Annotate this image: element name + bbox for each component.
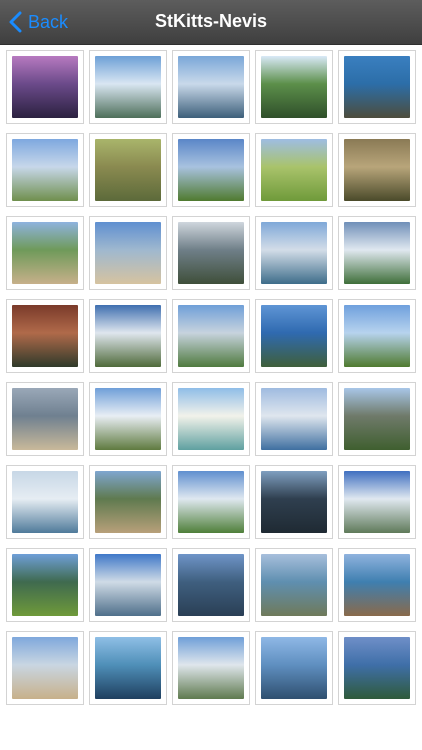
photo-thumbnail[interactable]: [338, 299, 416, 373]
photo-grid: [6, 50, 418, 705]
photo-thumbnail[interactable]: [255, 382, 333, 456]
ocean-cliffs-photo: [261, 305, 327, 367]
photo-thumbnail[interactable]: [172, 50, 250, 124]
rocky-coast-photo: [344, 56, 410, 118]
photo-thumbnail[interactable]: [89, 548, 167, 622]
sailing-mast-photo: [95, 554, 161, 616]
photo-thumbnail[interactable]: [255, 50, 333, 124]
photo-thumbnail[interactable]: [6, 50, 84, 124]
restaurant-photo: [12, 305, 78, 367]
sandy-bay-photo: [12, 637, 78, 699]
page-title: StKitts-Nevis: [154, 11, 268, 31]
photo-thumbnail[interactable]: [338, 548, 416, 622]
photo-thumbnail[interactable]: [6, 465, 84, 539]
sunset-photo: [12, 56, 78, 118]
photo-thumbnail[interactable]: [89, 216, 167, 290]
photo-thumbnail[interactable]: [338, 465, 416, 539]
clouds-bay-photo: [95, 56, 161, 118]
monkey-photo: [344, 139, 410, 201]
photo-thumbnail[interactable]: [89, 133, 167, 207]
dark-terrace-photo: [261, 471, 327, 533]
mountain-tree-photo: [95, 305, 161, 367]
photo-thumbnail[interactable]: [338, 631, 416, 705]
photo-thumbnail[interactable]: [338, 133, 416, 207]
island-chain-photo: [261, 554, 327, 616]
photo-thumbnail[interactable]: [89, 465, 167, 539]
hazy-sea-photo: [12, 471, 78, 533]
navigation-bar: Back StKitts-Nevis: [0, 0, 422, 45]
photo-thumbnail[interactable]: [255, 299, 333, 373]
silhouette-photo: [95, 637, 161, 699]
ruins-palm-photo: [344, 388, 410, 450]
photo-thumbnail[interactable]: [172, 216, 250, 290]
photo-thumbnail[interactable]: [255, 216, 333, 290]
teal-house-photo: [178, 388, 244, 450]
photo-thumbnail[interactable]: [6, 216, 84, 290]
photo-thumbnail[interactable]: [172, 631, 250, 705]
tree-hill-photo: [261, 56, 327, 118]
photo-thumbnail[interactable]: [89, 50, 167, 124]
photo-thumbnail[interactable]: [6, 133, 84, 207]
ocean-view-photo: [261, 388, 327, 450]
beach-photo: [95, 222, 161, 284]
village-view-photo: [178, 637, 244, 699]
photo-thumbnail[interactable]: [338, 382, 416, 456]
golf-green-photo: [261, 139, 327, 201]
photo-thumbnail[interactable]: [6, 548, 84, 622]
photo-thumbnail[interactable]: [6, 631, 84, 705]
palm-trees-photo: [12, 139, 78, 201]
cloudy-mountain-photo: [178, 222, 244, 284]
railway-photo: [95, 471, 161, 533]
nevis-peak-photo: [178, 554, 244, 616]
volcano-island-photo: [261, 222, 327, 284]
photo-thumbnail[interactable]: [89, 631, 167, 705]
photo-thumbnail[interactable]: [255, 465, 333, 539]
tall-ship-photo: [261, 637, 327, 699]
photo-thumbnail[interactable]: [172, 548, 250, 622]
dry-field-photo: [95, 139, 161, 201]
coast-hills-photo: [344, 554, 410, 616]
photo-thumbnail[interactable]: [172, 299, 250, 373]
peninsula-photo: [12, 222, 78, 284]
cloud-fields-photo: [178, 471, 244, 533]
photo-thumbnail[interactable]: [172, 133, 250, 207]
town-clouds-photo: [344, 471, 410, 533]
cottages-photo: [344, 222, 410, 284]
photo-thumbnail[interactable]: [255, 631, 333, 705]
photo-thumbnail[interactable]: [6, 299, 84, 373]
palm-field-photo: [178, 139, 244, 201]
airplane-wing-photo: [178, 305, 244, 367]
photo-thumbnail[interactable]: [338, 216, 416, 290]
beach-mountain-photo: [12, 554, 78, 616]
photo-thumbnail[interactable]: [89, 382, 167, 456]
sugar-mill-photo: [344, 305, 410, 367]
photo-thumbnail[interactable]: [89, 299, 167, 373]
photo-thumbnail[interactable]: [255, 133, 333, 207]
photo-thumbnail[interactable]: [338, 50, 416, 124]
grey-beach-photo: [12, 388, 78, 450]
photo-thumbnail[interactable]: [6, 382, 84, 456]
plantation-house-photo: [95, 388, 161, 450]
photo-thumbnail[interactable]: [172, 465, 250, 539]
photo-thumbnail[interactable]: [172, 382, 250, 456]
harbor-photo: [178, 56, 244, 118]
agave-sea-photo: [344, 637, 410, 699]
photo-thumbnail[interactable]: [255, 548, 333, 622]
